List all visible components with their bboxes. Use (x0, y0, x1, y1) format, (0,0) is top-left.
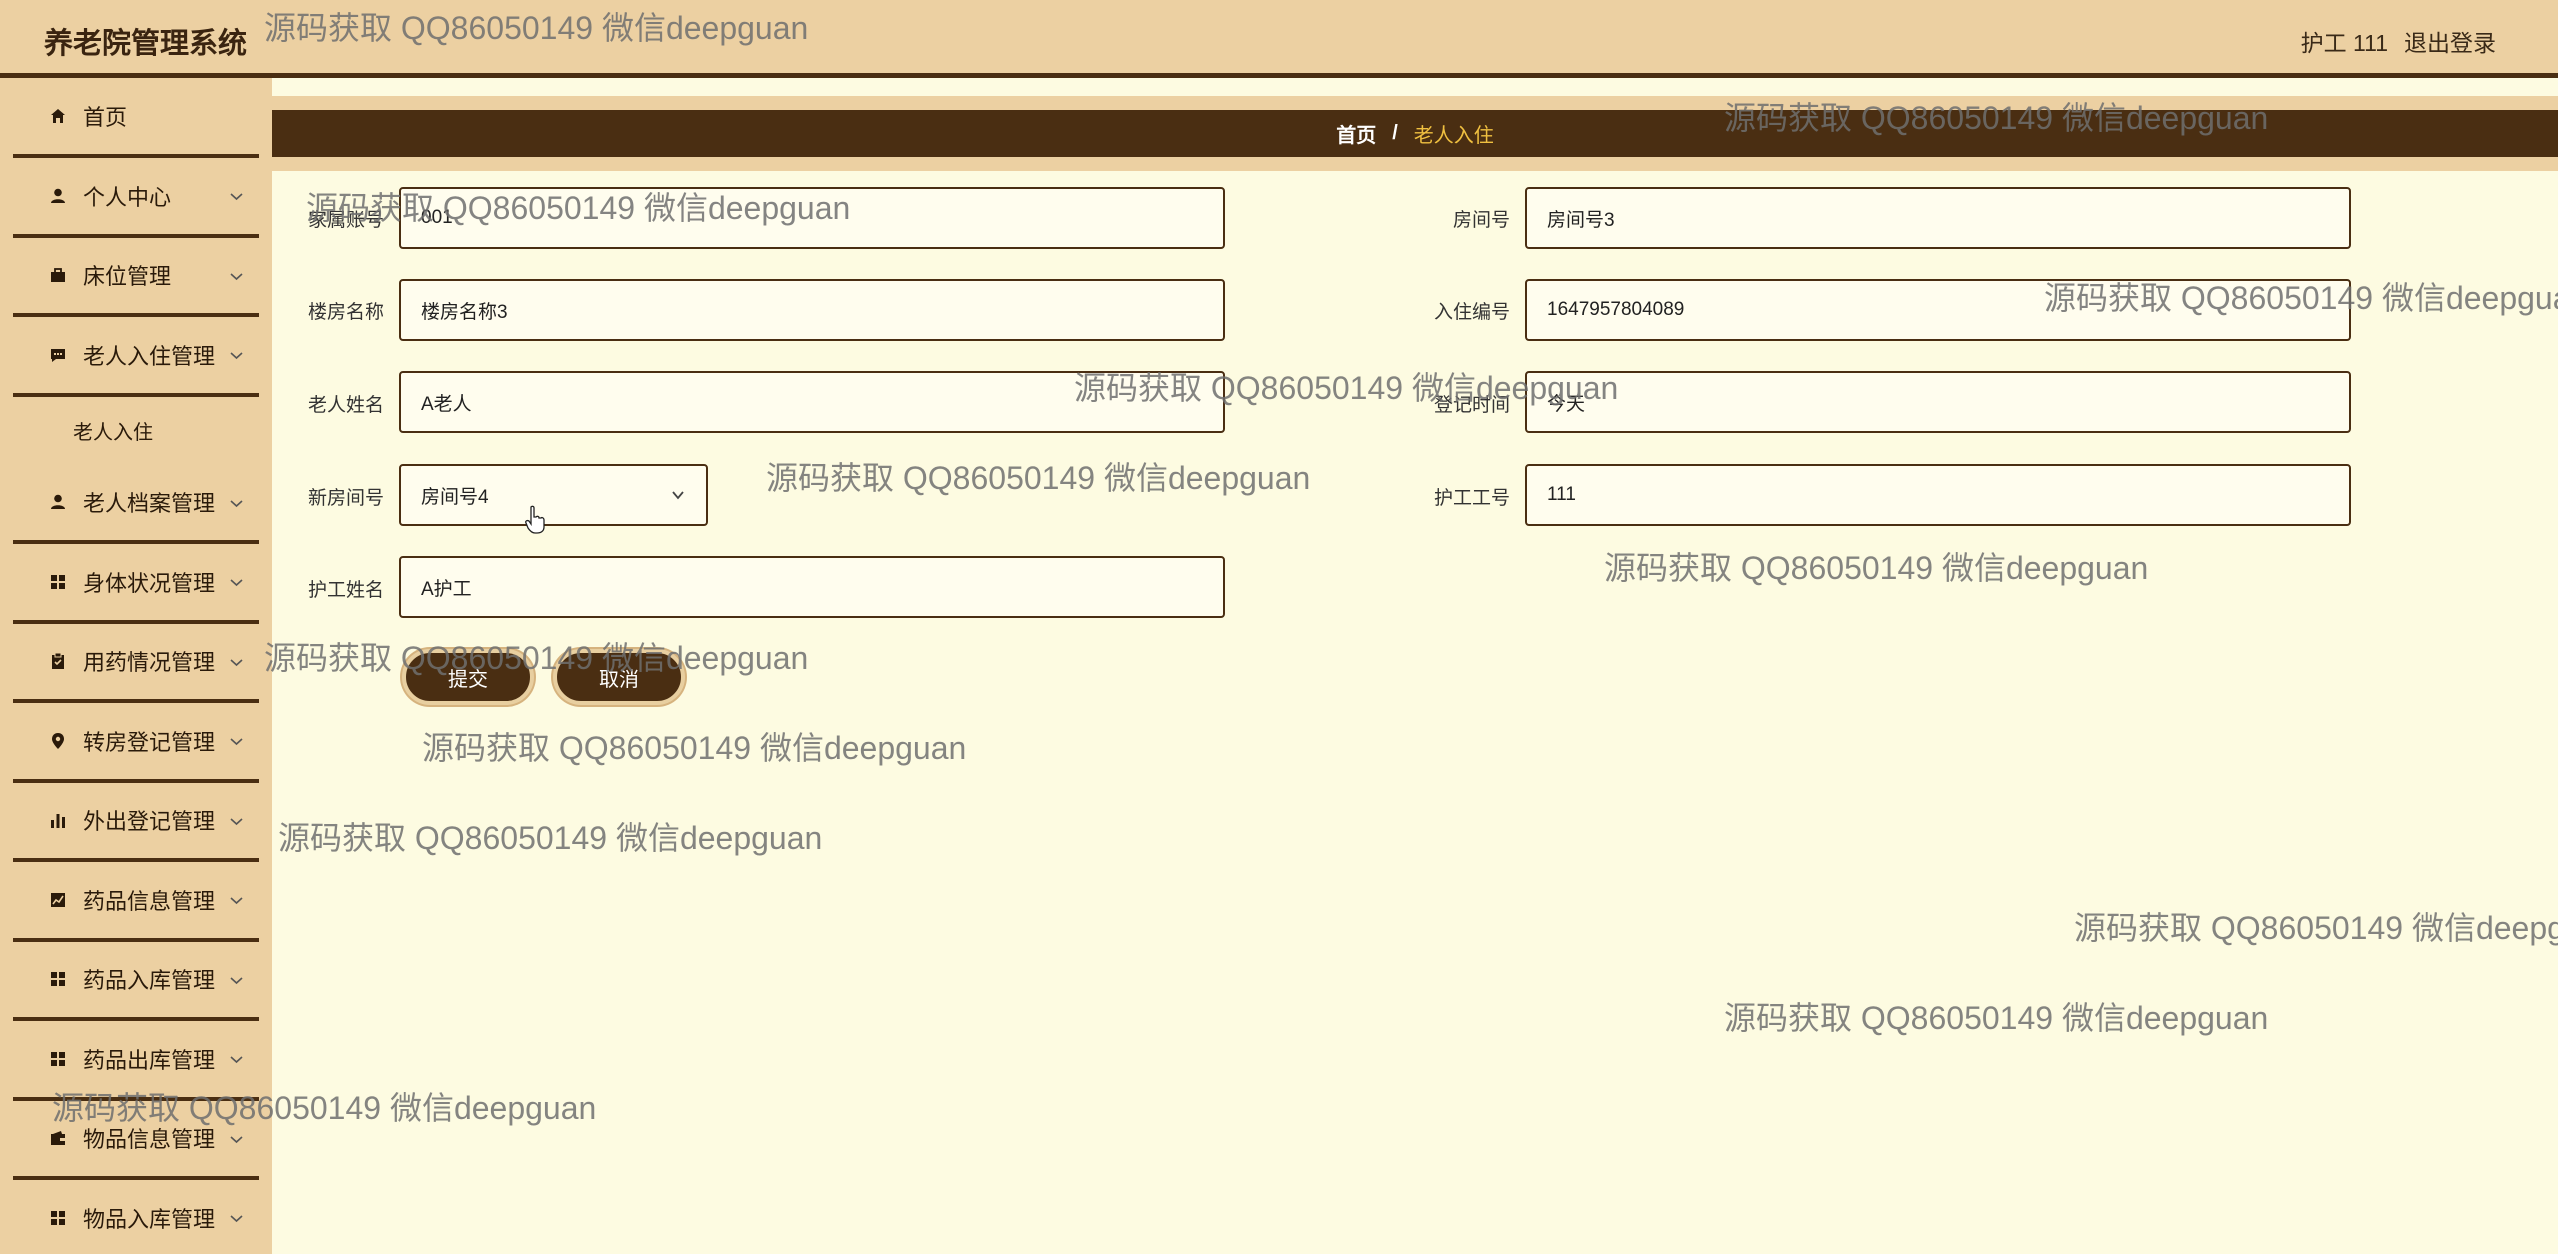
top-header: 养老院管理系统 护工 111 退出登录 (0, 0, 2558, 78)
wallet-icon (47, 1127, 69, 1149)
chevron-down-icon (230, 1056, 243, 1064)
watermark-text: 源码获取 QQ86050149 微信deepguan (766, 460, 1311, 496)
elder-name-label: 老人姓名 (307, 395, 384, 416)
sidebar-item-outing[interactable]: 外出登记管理 (13, 783, 259, 862)
chevron-down-icon (230, 499, 243, 507)
family-account-label: 家属账号 (307, 210, 384, 231)
room-number-input[interactable]: 房间号3 (1525, 187, 2351, 249)
sidebar-subitem-checkin[interactable]: 老人入住 (13, 397, 259, 465)
nurse-name-label: 护工姓名 (307, 580, 384, 601)
cancel-button[interactable]: 取消 (553, 649, 685, 705)
chevron-down-icon (230, 738, 243, 746)
home-icon (47, 105, 69, 127)
chevron-down-icon (230, 817, 243, 825)
line-chart-icon (47, 889, 69, 911)
breadcrumb-separator: / (1392, 122, 1398, 144)
checkin-number-input[interactable]: 1647957804089 (1525, 279, 2351, 341)
user-icon (47, 491, 69, 513)
sidebar-item-drug-info[interactable]: 药品信息管理 (13, 862, 259, 942)
elder-name-input[interactable]: A老人 (399, 371, 1225, 433)
registration-time-input[interactable]: 今天 (1525, 371, 2351, 433)
sidebar-item-home[interactable]: 首页 (13, 78, 259, 158)
watermark-text: 源码获取 QQ86050149 微信deepguan (264, 640, 809, 676)
family-account-input[interactable]: 001 (399, 187, 1225, 249)
watermark-text: 源码获取 QQ86050149 微信deepguan (1724, 1000, 2269, 1036)
grid-icon (47, 1048, 69, 1070)
location-icon (47, 730, 69, 752)
sidebar-item-elder-records[interactable]: 老人档案管理 (13, 465, 259, 544)
current-user-label: 护工 111 (2300, 30, 2388, 56)
breadcrumb-current: 老人入住 (1413, 125, 1494, 147)
bar-chart-icon (47, 809, 69, 831)
registration-time-label: 登记时间 (1433, 395, 1510, 416)
sidebar-item-goods-info[interactable]: 物品信息管理 (13, 1101, 259, 1180)
chevron-down-icon (230, 976, 243, 984)
chevron-down-icon (230, 1215, 243, 1223)
watermark-text: 源码获取 QQ86050149 微信deepguan (1604, 550, 2149, 586)
sidebar-item-personal-center[interactable]: 个人中心 (13, 158, 259, 238)
chevron-down-icon (230, 1135, 243, 1143)
grid-icon (47, 571, 69, 593)
sidebar-item-health-status[interactable]: 身体状况管理 (13, 544, 259, 624)
building-name-label: 楼房名称 (307, 302, 384, 323)
building-name-input[interactable]: 楼房名称3 (399, 279, 1225, 341)
sidebar-item-label: 首页 (83, 105, 128, 130)
watermark-text: 源码获取 QQ86050149 微信deepguan (2074, 910, 2558, 946)
app-title: 养老院管理系统 (44, 28, 248, 60)
chevron-down-icon (230, 579, 243, 587)
briefcase-icon (47, 264, 69, 286)
hand-cursor-icon (525, 505, 545, 534)
watermark-text: 源码获取 QQ86050149 微信deepguan (422, 730, 967, 766)
chevron-down-icon (230, 897, 243, 905)
new-room-label: 新房间号 (307, 488, 384, 509)
breadcrumb: 首页 / 老人入住 (272, 110, 2558, 157)
chevron-down-icon (230, 658, 243, 666)
chevron-down-icon (230, 193, 243, 201)
sidebar: 首页 个人中心 床位管理 老人入住管理 老人入住 老人档案管理 身体状况管理 用… (0, 78, 272, 1254)
chevron-down-icon (672, 491, 684, 500)
logout-link[interactable]: 退出登录 (2404, 24, 2496, 58)
sidebar-item-drug-stock-out[interactable]: 药品出库管理 (13, 1021, 259, 1101)
user-icon (47, 185, 69, 207)
sidebar-item-bed-management[interactable]: 床位管理 (13, 238, 259, 317)
sidebar-item-room-transfer[interactable]: 转房登记管理 (13, 703, 259, 783)
breadcrumb-home-link[interactable]: 首页 (1336, 119, 1376, 148)
new-room-select[interactable]: 房间号4 (399, 464, 708, 526)
submit-button[interactable]: 提交 (402, 649, 534, 705)
clipboard-icon (47, 650, 69, 672)
new-room-select-value: 房间号4 (421, 486, 489, 508)
chat-icon (47, 344, 69, 366)
chevron-down-icon (230, 352, 243, 360)
sidebar-item-medication[interactable]: 用药情况管理 (13, 624, 259, 703)
nurse-name-input[interactable]: A护工 (399, 556, 1225, 618)
checkin-number-label: 入住编号 (1433, 302, 1510, 323)
nurse-number-label: 护工工号 (1433, 488, 1510, 509)
grid-icon (47, 1207, 69, 1229)
watermark-text: 源码获取 QQ86050149 微信deepguan (278, 820, 823, 856)
grid-icon (47, 968, 69, 990)
sidebar-item-checkin-management[interactable]: 老人入住管理 (13, 317, 259, 397)
sidebar-item-drug-stock-in[interactable]: 药品入库管理 (13, 942, 259, 1021)
nurse-number-input[interactable]: 111 (1525, 464, 2351, 526)
room-number-label: 房间号 (1452, 210, 1510, 231)
sidebar-item-goods-stock-in[interactable]: 物品入库管理 (13, 1180, 259, 1254)
chevron-down-icon (230, 272, 243, 280)
